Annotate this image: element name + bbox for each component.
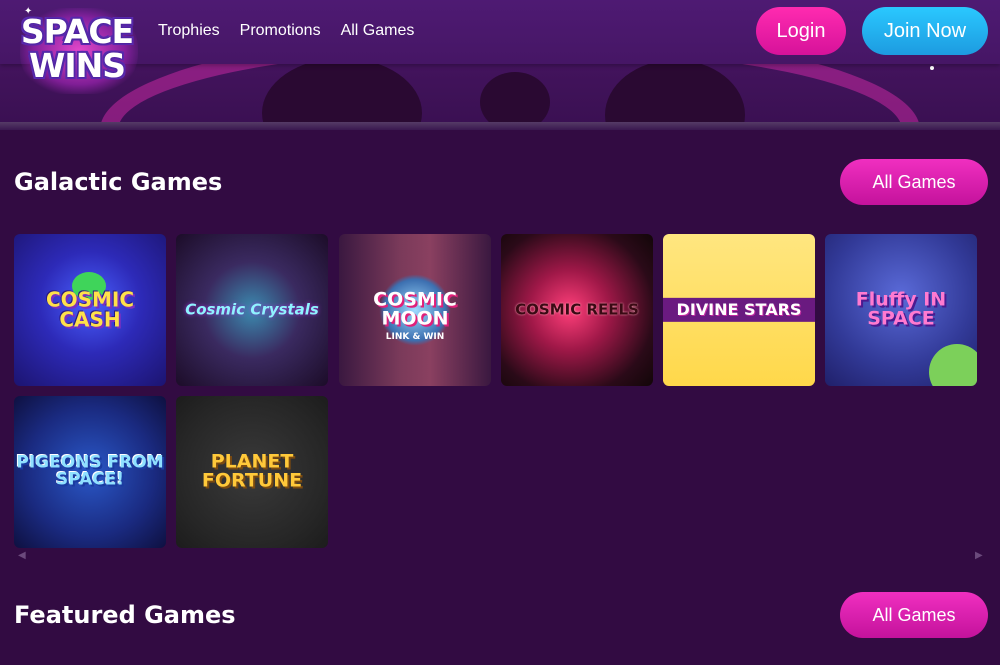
logo-line2: WINS <box>28 46 126 85</box>
game-title: DIVINE STARS <box>663 297 815 323</box>
game-title: PLANET FORTUNE <box>201 450 303 492</box>
login-button[interactable]: Login <box>756 7 846 55</box>
section-title-galactic-games: Galactic Games <box>14 168 223 196</box>
game-tile-cosmic-cash[interactable]: COSMIC CASH <box>14 234 166 386</box>
game-tile-cosmic-crystals[interactable]: Cosmic Crystals <box>176 234 328 386</box>
nav-item-trophies[interactable]: Trophies <box>158 22 220 40</box>
game-title: COSMIC MOON <box>373 288 457 330</box>
section-title-featured-games: Featured Games <box>14 601 236 629</box>
game-title: PIGEONS FROM SPACE! <box>16 452 164 490</box>
game-title: Cosmic Crystals <box>185 300 319 319</box>
featured-all-games-button[interactable]: All Games <box>840 592 988 638</box>
game-title: Fluffy IN SPACE <box>855 288 947 330</box>
galactic-all-games-button[interactable]: All Games <box>840 159 988 205</box>
nav-item-promotions[interactable]: Promotions <box>240 22 321 40</box>
game-tile-planet-fortune[interactable]: PLANET FORTUNE <box>176 396 328 548</box>
game-tile-divine-stars[interactable]: DIVINE STARS <box>663 234 815 386</box>
crater <box>480 72 550 126</box>
game-tile-fluffy-in-space[interactable]: Fluffy IN SPACE <box>825 234 977 386</box>
star <box>930 66 934 70</box>
planet-icon <box>929 344 977 386</box>
join-now-button[interactable]: Join Now <box>862 7 988 55</box>
site-logo[interactable]: ✦ SPACE WINS <box>12 2 142 96</box>
game-tile-cosmic-moon[interactable]: COSMIC MOON LINK & WIN <box>339 234 491 386</box>
game-tile-pigeons-from-space[interactable]: PIGEONS FROM SPACE! <box>14 396 166 548</box>
chevron-right-icon[interactable]: ▶ <box>975 550 983 561</box>
game-title: COSMIC CASH <box>45 287 135 332</box>
top-navigation-bar <box>0 0 1000 64</box>
game-subtitle: LINK & WIN <box>385 332 445 342</box>
chevron-left-icon[interactable]: ◀ <box>18 550 26 561</box>
main-nav: Trophies Promotions All Games <box>158 22 434 40</box>
hero-divider <box>0 122 1000 130</box>
game-tile-cosmic-reels[interactable]: COSMIC REELS <box>501 234 653 386</box>
nav-item-all-games[interactable]: All Games <box>341 22 415 40</box>
game-title: COSMIC REELS <box>515 300 639 319</box>
